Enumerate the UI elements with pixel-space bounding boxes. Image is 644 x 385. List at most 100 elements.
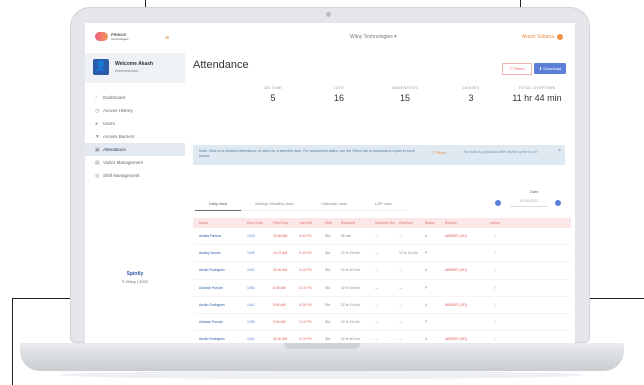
table-cell: — — [375, 285, 379, 290]
date-next-icon[interactable] — [555, 200, 561, 206]
column-header[interactable]: Emp Code — [247, 221, 273, 225]
menu-icon[interactable]: ≡ — [165, 35, 169, 42]
date-prev-icon[interactable] — [495, 200, 501, 206]
stat-label: TOTAL OVERTIME — [518, 85, 556, 90]
column-header[interactable]: Overtime — [399, 221, 425, 225]
table-cell: 9:04 AM — [273, 320, 286, 325]
table-row[interactable]: Avinash Purude 1036 6:00 AM 6:15 PM Std 02 hr… — [193, 280, 571, 297]
table-row[interactable]: Audrey Nunes 1026 11:01 AM 6:40 PM Std 02 hr … — [193, 245, 571, 263]
sidebar-item-label: Access Barriers — [103, 134, 135, 139]
column-header[interactable]: Required Hrs — [375, 221, 399, 225]
table-cell: Std — [325, 337, 331, 342]
user-avatar-icon — [557, 34, 563, 40]
close-icon[interactable]: × — [558, 148, 561, 154]
filters-button[interactable]: ▽ Filters — [502, 63, 532, 75]
date-field[interactable]: 03-08-2022 — [510, 199, 548, 207]
date-label: Date — [530, 189, 539, 194]
visitor-icon: ▤ — [95, 159, 100, 166]
table-cell: — — [375, 268, 379, 273]
sidebar-item-attendance[interactable]: ▣ Attendance — [85, 143, 185, 156]
table-cell: P — [425, 320, 428, 325]
row-action-icon[interactable]: ⋮ — [485, 286, 505, 290]
user-menu[interactable]: Akash Sultana — [522, 34, 563, 40]
camera-icon — [326, 12, 331, 17]
table-cell: 6:00 PM — [299, 234, 312, 239]
table-cell: 6:24 PM — [299, 337, 312, 342]
table-cell: — — [399, 285, 403, 290]
column-header[interactable]: Name — [193, 221, 247, 225]
column-header[interactable]: Required — [341, 221, 375, 225]
sidebar-item-visitor-management[interactable]: ▤ Visitor Management — [85, 156, 185, 169]
sidebar: 👤 Welcome Akash Administrator ⟋ Dashboard… — [85, 53, 186, 343]
table-cell[interactable]: Austin Rodrigues — [193, 337, 247, 341]
cable-left-horizontal — [12, 298, 72, 299]
table-cell: — — [399, 302, 403, 307]
table-cell[interactable]: Austin Rodrigues — [193, 268, 247, 272]
note-sync-text: The data is populated after device syncs… — [463, 150, 538, 154]
table-cell: — — [399, 320, 403, 325]
sidebar-item-label: Access History — [103, 108, 133, 113]
table-row[interactable]: Anikita Parihar 1003 10:30 AM 6:00 PM Std 06 … — [193, 228, 571, 246]
row-action-icon[interactable]: ⋮ — [485, 234, 505, 238]
table-cell[interactable]: Anikita Parihar — [193, 234, 247, 238]
attendance-stats: ON TIME 5 LATE 16 ABSENTEES 15 LEAVES 3 TOTA… — [240, 85, 570, 103]
table-cell: Std — [325, 285, 331, 290]
row-action-icon[interactable]: ⋮ — [485, 337, 505, 341]
table-cell: — — [399, 268, 403, 273]
sidebar-item-access-history[interactable]: ◷ Access History — [85, 104, 185, 117]
logo-subtext: Technologies — [111, 36, 129, 41]
row-action-icon[interactable]: ⋮ — [485, 320, 505, 324]
table-cell: — — [375, 251, 379, 256]
stat-value: 11 hr 44 min — [512, 93, 562, 103]
footer-logo: Spintly — [126, 271, 144, 277]
table-cell: A — [425, 302, 428, 307]
tab-lop-view[interactable]: LOP view — [360, 199, 406, 211]
table-row[interactable]: Austin Rodrigues 1041 9:53 AM 6:24 PM Std 02 … — [193, 297, 571, 314]
table-row[interactable]: Austin Rodrigues 1041 11:00 AM 6:24 PM Std 02… — [193, 331, 571, 343]
table-cell: 02 hr 15 min — [341, 285, 360, 290]
main-content: Attendance ▽ Filters ⬇ Download ON TIME 5… — [185, 53, 575, 343]
table-cell: 1026 — [247, 251, 255, 256]
table-cell: 10:30 AM — [273, 234, 288, 239]
tab-daily-view[interactable]: Daily view — [195, 199, 242, 211]
column-header[interactable]: Last Exit — [299, 221, 325, 225]
note-filters-link[interactable]: ▽ Filters — [431, 150, 446, 155]
top-bar: PRINCE Technologies ≡ Wiiny Technologies… — [85, 23, 575, 54]
sidebar-item-users[interactable]: ● Users — [85, 117, 185, 130]
row-action-icon[interactable]: ⋮ — [485, 303, 505, 307]
profile-avatar-icon: 👤 — [93, 59, 109, 75]
app-logo[interactable]: PRINCE Technologies — [95, 32, 129, 41]
table-cell: A — [425, 234, 428, 239]
table-cell: 1036 — [247, 320, 255, 325]
row-action-icon[interactable]: ⋮ — [485, 268, 505, 272]
table-cell[interactable]: Audrey Nunes — [193, 251, 247, 255]
sidebar-item-label: Users — [103, 121, 115, 126]
sidebar-item-shift-management[interactable]: ◎ Shift Management — [85, 169, 185, 182]
column-header[interactable]: Shift — [325, 221, 341, 225]
sidebar-item-dashboard[interactable]: ⟋ Dashboard — [85, 91, 185, 104]
download-button[interactable]: ⬇ Download — [534, 63, 566, 74]
table-cell[interactable]: Avinash Purude — [193, 286, 247, 290]
organization-selector[interactable]: Wiiny Technologies ▾ — [350, 34, 397, 40]
table-cell: Std — [325, 268, 331, 273]
column-header[interactable]: Status — [425, 221, 445, 225]
table-row[interactable]: Austin Rodrigues 1041 11:00 AM 6:24 PM Std 02… — [193, 262, 571, 280]
column-header: Action — [490, 221, 500, 225]
sidebar-item-access-barriers[interactable]: ▼ Access Barriers — [85, 130, 185, 143]
stat-value: 16 — [333, 93, 344, 103]
dashboard-icon: ⟋ — [95, 94, 99, 101]
view-tabs: Daily view Weekly /Monthly view Calendar… — [195, 199, 406, 211]
welcome-name: Welcome Akash — [115, 61, 154, 67]
row-action-icon[interactable]: ⋮ — [485, 251, 505, 255]
table-cell: 02 hr 40 min — [341, 337, 360, 342]
column-header[interactable]: Remark — [445, 221, 485, 225]
table-row[interactable]: Avinash Purude 1036 9:04 AM 6:12 PM Std 02 hr… — [193, 314, 571, 332]
stat-on-time: ON TIME 5 — [240, 85, 306, 103]
sidebar-item-label: Visitor Management — [103, 160, 143, 165]
shift-icon: ◎ — [95, 172, 100, 179]
tab-weekly-monthly-view[interactable]: Weekly /Monthly view — [241, 199, 308, 211]
table-cell[interactable]: Austin Rodrigues — [193, 303, 247, 307]
tab-calendar-view[interactable]: Calendar view — [307, 199, 361, 211]
table-cell[interactable]: Avinash Purude — [193, 320, 247, 324]
column-header[interactable]: First Entry — [273, 221, 299, 225]
